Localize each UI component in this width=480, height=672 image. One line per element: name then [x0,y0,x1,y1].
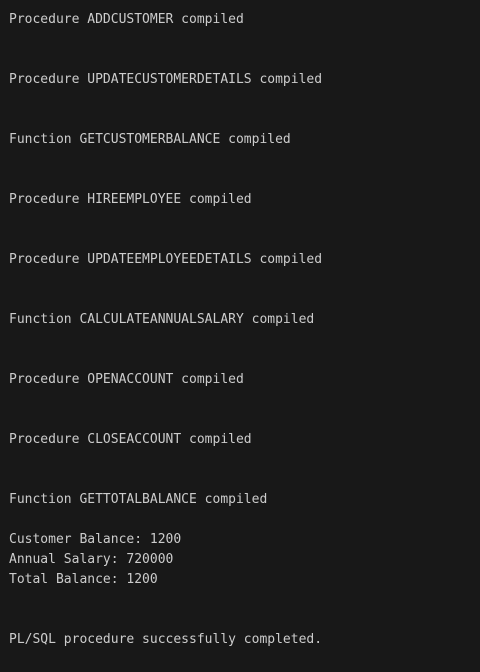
blank-space [9,270,480,310]
result-line: Customer Balance: 1200 [9,532,182,547]
result-line: Total Balance: 1200 [9,572,158,587]
blank-space [9,30,480,70]
terminal-window: { "output": { "compiled": [ "Procedure A… [0,0,480,672]
blank-space [9,90,480,130]
blank-space [9,510,480,530]
blank-space [9,390,480,430]
blank-space [9,590,480,630]
compile-message: Function CALCULATEANNUALSALARY compiled [9,312,315,327]
compile-message: Function GETCUSTOMERBALANCE compiled [9,132,291,147]
compile-message: Procedure ADDCUSTOMER compiled [9,12,244,27]
compile-message: Procedure CLOSEACCOUNT compiled [9,432,252,447]
compile-message: Procedure HIREEMPLOYEE compiled [9,192,252,207]
completion-message: PL/SQL procedure successfully completed. [9,632,323,647]
script-output: Procedure ADDCUSTOMER compiled Procedure… [9,10,480,650]
compile-message: Procedure OPENACCOUNT compiled [9,372,244,387]
compile-message: Procedure UPDATECUSTOMERDETAILS compiled [9,72,323,87]
result-line: Annual Salary: 720000 [9,552,174,567]
blank-space [9,150,480,190]
blank-space [9,450,480,490]
blank-space [9,330,480,370]
blank-space [9,210,480,250]
compile-message: Function GETTOTALBALANCE compiled [9,492,268,507]
compile-message: Procedure UPDATEEMPLOYEEDETAILS compiled [9,252,323,267]
